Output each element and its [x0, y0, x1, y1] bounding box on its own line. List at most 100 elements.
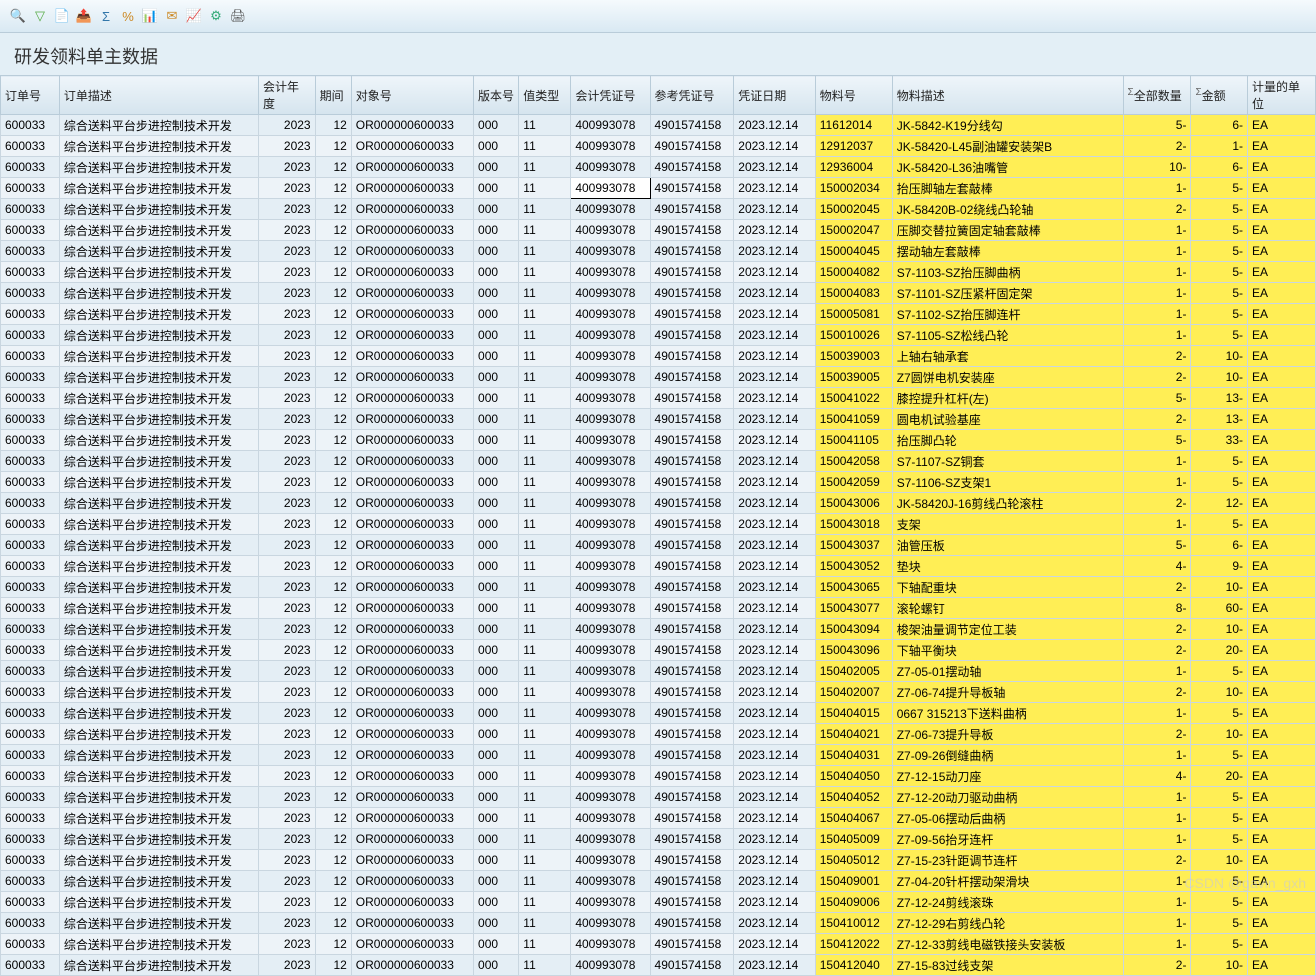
cell-obj[interactable]: OR000000600033 — [351, 955, 473, 976]
cell-mdesc[interactable]: Z7-15-23针距调节连杆 — [892, 850, 1123, 871]
cell-ref[interactable]: 4901574158 — [650, 892, 734, 913]
details-icon[interactable]: 🔍 — [10, 8, 26, 24]
table-row[interactable]: 600033综合送料平台步进控制技术开发202312OR000000600033… — [1, 619, 1316, 640]
cell-year[interactable]: 2023 — [259, 493, 316, 514]
cell-ver[interactable]: 000 — [474, 346, 519, 367]
cell-ver[interactable]: 000 — [474, 640, 519, 661]
cell-mat[interactable]: 150404052 — [815, 787, 892, 808]
cell-order[interactable]: 600033 — [1, 472, 60, 493]
cell-qty[interactable]: 10- — [1123, 157, 1191, 178]
cell-qty[interactable]: 8- — [1123, 598, 1191, 619]
cell-mdesc[interactable]: 梭架油量调节定位工装 — [892, 619, 1123, 640]
cell-uom[interactable]: EA — [1248, 493, 1316, 514]
cell-date[interactable]: 2023.12.14 — [734, 304, 815, 325]
cell-date[interactable]: 2023.12.14 — [734, 955, 815, 976]
cell-desc[interactable]: 综合送料平台步进控制技术开发 — [59, 598, 258, 619]
cell-date[interactable]: 2023.12.14 — [734, 136, 815, 157]
cell-obj[interactable]: OR000000600033 — [351, 871, 473, 892]
cell-amt[interactable]: 10- — [1191, 724, 1248, 745]
cell-mdesc[interactable]: 抬压脚凸轮 — [892, 430, 1123, 451]
cell-valtype[interactable]: 11 — [519, 577, 571, 598]
cell-mdesc[interactable]: S7-1107-SZ铜套 — [892, 451, 1123, 472]
cell-year[interactable]: 2023 — [259, 913, 316, 934]
cell-obj[interactable]: OR000000600033 — [351, 199, 473, 220]
cell-obj[interactable]: OR000000600033 — [351, 577, 473, 598]
cell-order[interactable]: 600033 — [1, 934, 60, 955]
cell-qty[interactable]: 1- — [1123, 514, 1191, 535]
col-valtype[interactable]: 值类型 — [519, 76, 571, 115]
cell-obj[interactable]: OR000000600033 — [351, 241, 473, 262]
cell-doc[interactable]: 400993078 — [571, 934, 650, 955]
cell-period[interactable]: 12 — [315, 871, 351, 892]
cell-doc[interactable]: 400993078 — [571, 703, 650, 724]
cell-period[interactable]: 12 — [315, 262, 351, 283]
cell-ver[interactable]: 000 — [474, 262, 519, 283]
cell-valtype[interactable]: 11 — [519, 115, 571, 136]
cell-ver[interactable]: 000 — [474, 388, 519, 409]
cell-date[interactable]: 2023.12.14 — [734, 556, 815, 577]
cell-year[interactable]: 2023 — [259, 388, 316, 409]
cell-desc[interactable]: 综合送料平台步进控制技术开发 — [59, 913, 258, 934]
cell-qty[interactable]: 5- — [1123, 388, 1191, 409]
cell-mat[interactable]: 150043052 — [815, 556, 892, 577]
cell-doc[interactable]: 400993078 — [571, 598, 650, 619]
table-row[interactable]: 600033综合送料平台步进控制技术开发202312OR000000600033… — [1, 682, 1316, 703]
cell-order[interactable]: 600033 — [1, 262, 60, 283]
cell-desc[interactable]: 综合送料平台步进控制技术开发 — [59, 892, 258, 913]
cell-valtype[interactable]: 11 — [519, 367, 571, 388]
cell-valtype[interactable]: 11 — [519, 409, 571, 430]
cell-obj[interactable]: OR000000600033 — [351, 640, 473, 661]
cell-date[interactable]: 2023.12.14 — [734, 367, 815, 388]
cell-desc[interactable]: 综合送料平台步进控制技术开发 — [59, 493, 258, 514]
cell-qty[interactable]: 5- — [1123, 115, 1191, 136]
cell-uom[interactable]: EA — [1248, 283, 1316, 304]
cell-ref[interactable]: 4901574158 — [650, 787, 734, 808]
cell-date[interactable]: 2023.12.14 — [734, 493, 815, 514]
cell-ref[interactable]: 4901574158 — [650, 955, 734, 976]
cell-year[interactable]: 2023 — [259, 409, 316, 430]
cell-mdesc[interactable]: S7-1101-SZ压紧杆固定架 — [892, 283, 1123, 304]
table-row[interactable]: 600033综合送料平台步进控制技术开发202312OR000000600033… — [1, 220, 1316, 241]
cell-obj[interactable]: OR000000600033 — [351, 430, 473, 451]
cell-mdesc[interactable]: 垫块 — [892, 556, 1123, 577]
cell-valtype[interactable]: 11 — [519, 703, 571, 724]
cell-ver[interactable]: 000 — [474, 619, 519, 640]
cell-ref[interactable]: 4901574158 — [650, 556, 734, 577]
table-row[interactable]: 600033综合送料平台步进控制技术开发202312OR000000600033… — [1, 115, 1316, 136]
cell-year[interactable]: 2023 — [259, 682, 316, 703]
spreadsheet-icon[interactable]: 📊 — [142, 8, 158, 24]
cell-mat[interactable]: 12936004 — [815, 157, 892, 178]
cell-year[interactable]: 2023 — [259, 787, 316, 808]
cell-mdesc[interactable]: Z7-04-20针杆摆动架滑块 — [892, 871, 1123, 892]
cell-doc[interactable]: 400993078 — [571, 136, 650, 157]
cell-order[interactable]: 600033 — [1, 388, 60, 409]
cell-mat[interactable]: 150043096 — [815, 640, 892, 661]
cell-date[interactable]: 2023.12.14 — [734, 535, 815, 556]
cell-obj[interactable]: OR000000600033 — [351, 766, 473, 787]
cell-doc[interactable]: 400993078 — [571, 766, 650, 787]
cell-ref[interactable]: 4901574158 — [650, 304, 734, 325]
cell-period[interactable]: 12 — [315, 766, 351, 787]
cell-date[interactable]: 2023.12.14 — [734, 178, 815, 199]
cell-amt[interactable]: 10- — [1191, 367, 1248, 388]
cell-obj[interactable]: OR000000600033 — [351, 703, 473, 724]
cell-amt[interactable]: 5- — [1191, 472, 1248, 493]
cell-mdesc[interactable]: Z7-06-73提升导板 — [892, 724, 1123, 745]
cell-obj[interactable]: OR000000600033 — [351, 829, 473, 850]
cell-ref[interactable]: 4901574158 — [650, 136, 734, 157]
cell-mdesc[interactable]: JK-58420-L36油嘴管 — [892, 157, 1123, 178]
cell-ref[interactable]: 4901574158 — [650, 871, 734, 892]
cell-doc[interactable]: 400993078 — [571, 787, 650, 808]
cell-period[interactable]: 12 — [315, 325, 351, 346]
cell-doc[interactable]: 400993078 — [571, 451, 650, 472]
cell-year[interactable]: 2023 — [259, 829, 316, 850]
cell-obj[interactable]: OR000000600033 — [351, 514, 473, 535]
table-row[interactable]: 600033综合送料平台步进控制技术开发202312OR000000600033… — [1, 703, 1316, 724]
cell-mat[interactable]: 150405012 — [815, 850, 892, 871]
cell-mdesc[interactable]: Z7-15-83过线支架 — [892, 955, 1123, 976]
cell-valtype[interactable]: 11 — [519, 283, 571, 304]
cell-ver[interactable]: 000 — [474, 598, 519, 619]
cell-ref[interactable]: 4901574158 — [650, 661, 734, 682]
cell-period[interactable]: 12 — [315, 136, 351, 157]
cell-ver[interactable]: 000 — [474, 703, 519, 724]
